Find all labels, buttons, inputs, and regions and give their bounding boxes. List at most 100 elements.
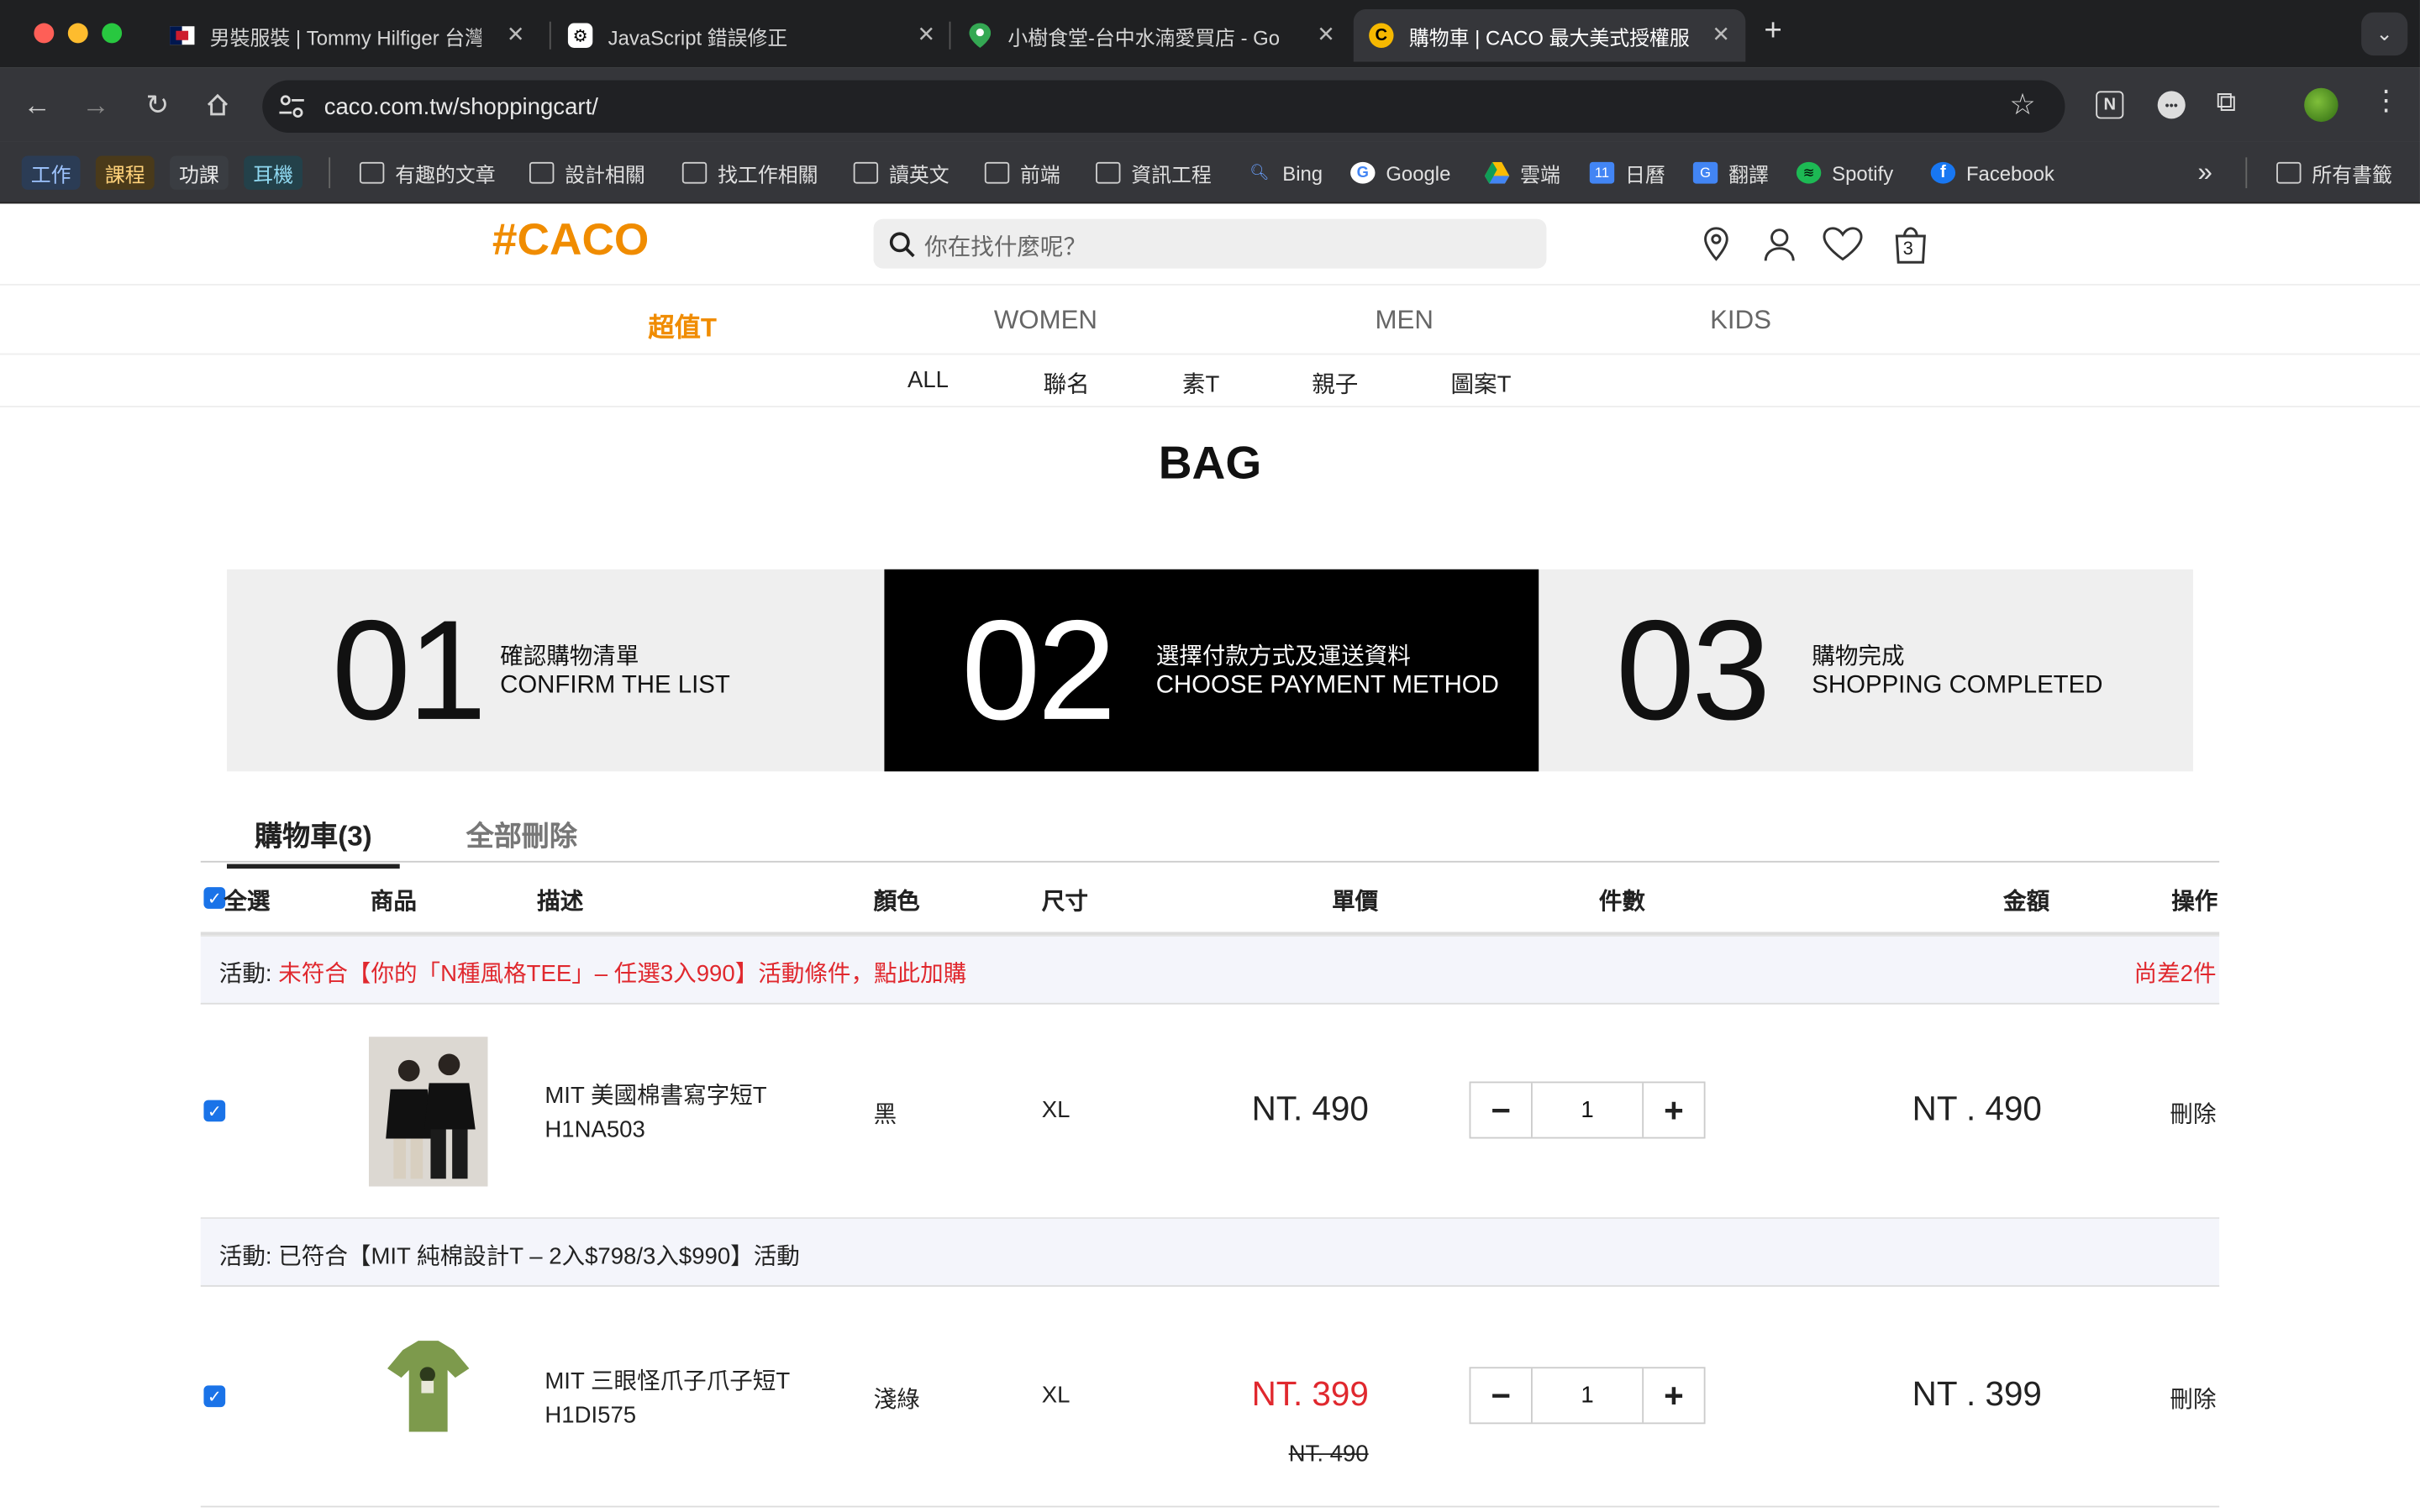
subnav-graphic-tee[interactable]: 圖案T: [1450, 367, 1511, 400]
nav-kids[interactable]: KIDS: [1710, 306, 1771, 337]
bookmark-star-icon[interactable]: ☆: [2009, 88, 2035, 123]
site-settings-icon[interactable]: [278, 94, 306, 118]
cart-tabs: 購物車(3) 全部刪除: [200, 806, 2220, 869]
subnav-collab[interactable]: 聯名: [1044, 367, 1090, 400]
step-completed: 03 購物完成 SHOPPING COMPLETED: [1539, 570, 2193, 772]
shopping-bag-icon[interactable]: 3: [1892, 225, 1929, 264]
bookmark-tag[interactable]: 工作: [21, 155, 81, 190]
wishlist-heart-icon[interactable]: [1821, 225, 1864, 262]
promotion-remaining: 尚差2件: [2133, 961, 2217, 988]
bookmark-folder[interactable]: 有趣的文章: [359, 156, 496, 190]
quantity-input[interactable]: 1: [1531, 1368, 1644, 1423]
bookmark-tag[interactable]: 耳機: [244, 155, 303, 190]
bookmark-folder[interactable]: 讀英文: [853, 156, 950, 190]
notion-extension-icon[interactable]: N: [2096, 91, 2124, 119]
store-location-icon[interactable]: [1699, 225, 1736, 262]
promotion-label: 活動:: [218, 1243, 272, 1270]
new-tab-button[interactable]: +: [1764, 14, 1781, 50]
product-image[interactable]: [368, 1037, 488, 1187]
home-icon[interactable]: [199, 87, 236, 123]
facebook-icon: f: [1930, 161, 1956, 184]
close-tab-icon[interactable]: ✕: [507, 22, 525, 48]
increase-quantity-button[interactable]: +: [1644, 1368, 1704, 1422]
site-logo[interactable]: #CACO: [492, 216, 649, 267]
profile-avatar[interactable]: [2304, 87, 2338, 123]
close-tab-icon[interactable]: ✕: [1317, 22, 1335, 48]
product-name[interactable]: MIT 三眼怪爪子爪子短T: [544, 1365, 790, 1399]
quantity-input[interactable]: 1: [1531, 1083, 1644, 1137]
promotion-banner[interactable]: 活動: 未符合【你的「N種風格TEE」– 任選3入990】活動條件，點此加購 尚…: [200, 935, 2220, 1005]
extensions-puzzle-icon[interactable]: ⧉: [2217, 87, 2237, 119]
close-tab-icon[interactable]: ✕: [917, 22, 935, 48]
bookmark-folder[interactable]: 設計相關: [529, 156, 645, 190]
reload-icon[interactable]: ↻: [139, 87, 176, 123]
all-bookmarks-folder[interactable]: 所有書籤: [2276, 156, 2392, 190]
browser-tab[interactable]: ⚙ JavaScript 錯誤修正 ✕: [553, 9, 951, 61]
tab-search-button[interactable]: ⌄: [2361, 12, 2408, 56]
nav-men[interactable]: MEN: [1375, 306, 1433, 337]
folder-icon: [359, 161, 385, 184]
line-total: NT . 399: [1912, 1374, 2042, 1414]
bookmark-link[interactable]: ≋ Spotify: [1796, 156, 1893, 190]
product-image[interactable]: [369, 1335, 487, 1443]
bookmark-folder[interactable]: 資訊工程: [1096, 156, 1212, 190]
web-page: #CACO 你在找什麼呢？ 3 超值T WOMEN MEN KIDS ALL 聯…: [0, 203, 2420, 1512]
bookmark-link[interactable]: 11 日曆: [1589, 156, 1665, 190]
step-confirm-list: 01 確認購物清單 CONFIRM THE LIST: [227, 570, 881, 772]
nav-women[interactable]: WOMEN: [994, 306, 1097, 337]
bookmark-tag[interactable]: 功課: [170, 155, 229, 190]
product-name[interactable]: MIT 美國棉書寫字短T: [544, 1080, 766, 1114]
folder-icon: [853, 161, 879, 184]
url-text: caco.com.tw/shoppingcart/: [324, 94, 598, 121]
more-bookmarks-button[interactable]: »: [2197, 156, 2212, 190]
search-input[interactable]: 你在找什麼呢？: [924, 230, 1086, 263]
minimize-window-button[interactable]: [67, 23, 88, 44]
close-tab-icon[interactable]: ✕: [1712, 22, 1730, 48]
item-checkbox[interactable]: ✓: [203, 1385, 226, 1408]
folder-icon: [1096, 161, 1121, 184]
promotion-text[interactable]: 未符合【你的「N種風格TEE」– 任選3入990】活動條件，點此加購: [278, 961, 966, 987]
back-arrow-icon[interactable]: ←: [18, 87, 55, 123]
line-extension-icon[interactable]: •••: [2157, 91, 2186, 119]
nav-value-tees[interactable]: 超值T: [648, 306, 717, 344]
close-window-button[interactable]: [34, 23, 55, 44]
bookmark-folder[interactable]: 前端: [984, 156, 1060, 190]
increase-quantity-button[interactable]: +: [1644, 1083, 1704, 1137]
spotify-icon: ≋: [1796, 161, 1822, 184]
bookmark-link[interactable]: G 翻譯: [1692, 156, 1769, 190]
bookmark-link[interactable]: 雲端: [1484, 156, 1560, 190]
subnav-family[interactable]: 親子: [1312, 367, 1358, 400]
subnav-plain-tee[interactable]: 素T: [1182, 367, 1219, 400]
decrease-quantity-button[interactable]: −: [1470, 1368, 1531, 1422]
maximize-window-button[interactable]: [102, 23, 123, 44]
header-description: 描述: [537, 888, 584, 916]
delete-item-button[interactable]: 刪除: [2170, 1383, 2216, 1415]
step-number: 03: [1616, 592, 1770, 750]
search-box[interactable]: 你在找什麼呢？: [873, 218, 1547, 269]
header-color: 顏色: [873, 888, 920, 916]
bookmark-link[interactable]: f Facebook: [1930, 156, 2054, 190]
bookmark-link[interactable]: 🔍︎ Bing: [1247, 156, 1323, 190]
bookmark-tag[interactable]: 課程: [95, 155, 155, 190]
step-label-zh: 確認購物清單: [500, 643, 639, 670]
header-size: 尺寸: [1041, 888, 1088, 916]
delete-item-button[interactable]: 刪除: [2170, 1097, 2216, 1130]
browser-tab[interactable]: 男裝服裝 | Tommy Hilfiger 台灣 ✕: [155, 9, 540, 61]
promotion-banner: 活動: 已符合【MIT 純棉設計T – 2入$798/3入$990】活動: [200, 1217, 2220, 1287]
browser-tab[interactable]: 小樹食堂-台中水湳愛買店 - Go ✕: [952, 9, 1350, 61]
subnav-all[interactable]: ALL: [908, 367, 949, 393]
tab-cart[interactable]: 購物車(3): [226, 815, 400, 869]
forward-arrow-icon[interactable]: →: [77, 87, 114, 123]
browser-tab-active[interactable]: C 購物車 | CACO 最大美式授權服 ✕: [1353, 9, 1746, 62]
address-bar[interactable]: caco.com.tw/shoppingcart/ ☆: [262, 80, 2065, 133]
bookmarks-bar: 工作 課程 功課 耳機 有趣的文章 設計相關 找工作相關 讀英文 前端 資訊工程…: [0, 141, 2420, 204]
browser-menu-icon[interactable]: ⋮: [2372, 85, 2400, 118]
decrease-quantity-button[interactable]: −: [1470, 1083, 1531, 1137]
item-checkbox[interactable]: ✓: [203, 1100, 226, 1122]
delete-all-button[interactable]: 全部刪除: [466, 815, 577, 855]
select-all-checkbox[interactable]: ✓: [203, 887, 226, 909]
bookmark-folder[interactable]: 找工作相關: [681, 156, 818, 190]
header-action: 操作: [2171, 888, 2218, 916]
bookmark-link[interactable]: G Google: [1350, 156, 1450, 190]
account-icon[interactable]: [1761, 225, 1798, 262]
